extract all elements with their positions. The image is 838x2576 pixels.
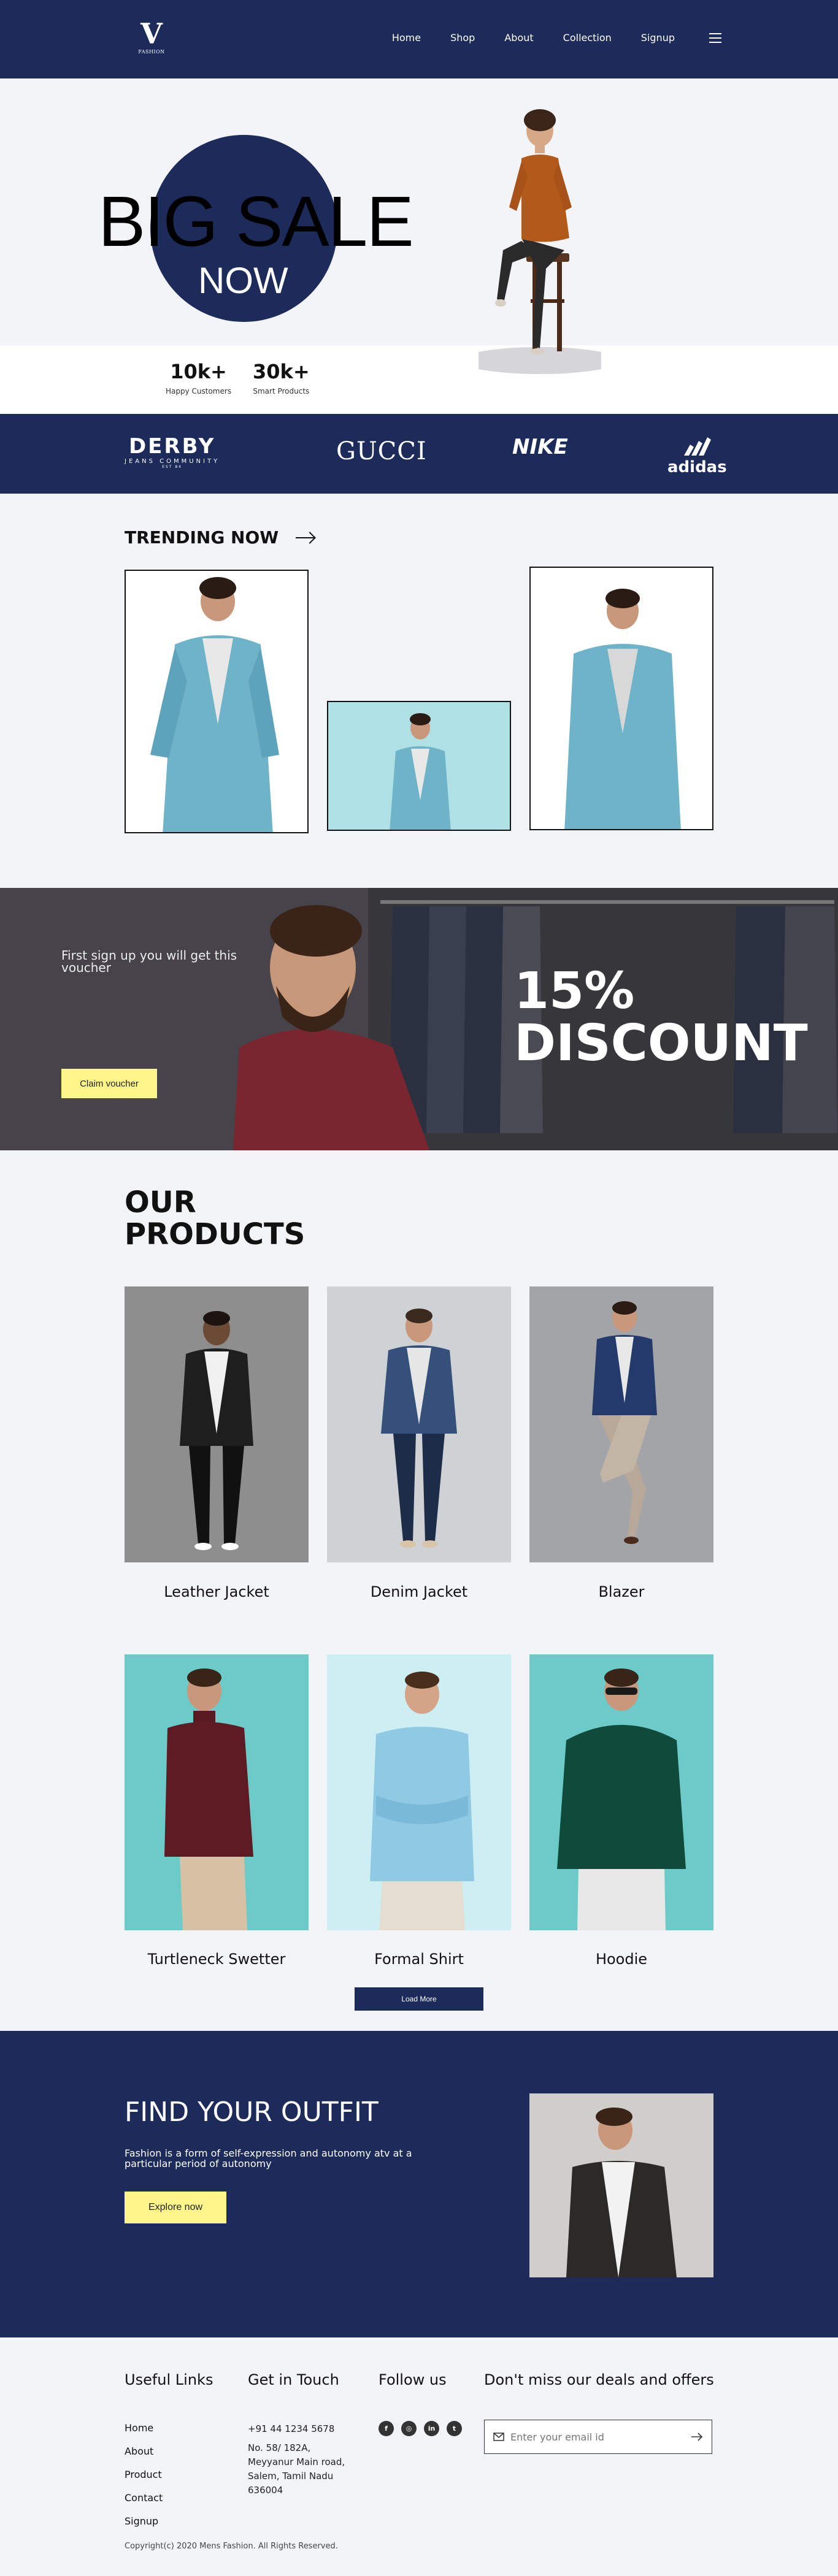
product-photo-leather-jacket bbox=[180, 1311, 253, 1550]
hamburger-menu-icon[interactable] bbox=[709, 32, 721, 43]
footer-phone[interactable]: +91 44 1234 5678 bbox=[248, 2422, 345, 2436]
product-card-blazer[interactable] bbox=[529, 1286, 713, 1562]
product-photo-denim-jacket bbox=[381, 1309, 457, 1548]
explore-now-button[interactable]: Explore now bbox=[125, 2192, 226, 2223]
linkedin-icon[interactable]: in bbox=[424, 2421, 439, 2436]
outfit-image bbox=[529, 2093, 713, 2277]
twitter-icon[interactable]: t bbox=[447, 2421, 462, 2436]
discount-word: DISCOUNT bbox=[514, 1014, 808, 1073]
product-name[interactable]: Denim Jacket bbox=[327, 1583, 511, 1600]
stat-value: 30k+ bbox=[253, 360, 310, 383]
stat-label: Happy Customers bbox=[166, 387, 232, 396]
trending-photo-denim-man bbox=[150, 577, 279, 832]
product-photo-formal-shirt bbox=[370, 1672, 474, 1930]
footer-follow-heading: Follow us bbox=[379, 2371, 447, 2388]
trending-card-3[interactable] bbox=[529, 567, 713, 830]
instagram-icon[interactable]: ◎ bbox=[401, 2421, 417, 2436]
outfit-description: Fashion is a form of self-expression and… bbox=[125, 2147, 412, 2169]
discount-headline: 15% DISCOUNT bbox=[514, 965, 808, 1070]
adidas-stripes-icon bbox=[684, 437, 712, 456]
trending-photo-denim-man-front bbox=[564, 589, 681, 829]
nav-link-shop[interactable]: Shop bbox=[450, 32, 475, 44]
hero-model-image bbox=[479, 109, 601, 374]
brand-adidas-name: adidas bbox=[667, 458, 727, 476]
arrow-right-icon[interactable] bbox=[296, 537, 315, 538]
product-name[interactable]: Hoodie bbox=[529, 1951, 713, 1968]
mail-icon bbox=[493, 2433, 504, 2441]
footer-link-list: Home About Product Contact Signup bbox=[125, 2422, 163, 2539]
footer-link-contact[interactable]: Contact bbox=[125, 2492, 163, 2504]
outfit-photo-blazer-man bbox=[529, 2093, 713, 2277]
product-photo-blazer bbox=[592, 1301, 657, 1544]
nav-link-collection[interactable]: Collection bbox=[563, 32, 612, 44]
brand-derby-tagline: JEANS COMMUNITY bbox=[125, 458, 220, 465]
stats-bar: 10k+ Happy Customers 30k+ Smart Products bbox=[0, 345, 838, 414]
nav-links: Home Shop About Collection Signup bbox=[392, 32, 721, 44]
find-outfit-section: FIND YOUR OUTFIT Fashion is a form of se… bbox=[0, 2031, 838, 2337]
footer-deals-heading: Don't miss our deals and offers bbox=[484, 2371, 714, 2388]
brand-gucci-logo[interactable]: GUCCI bbox=[336, 437, 427, 465]
footer-contact-heading: Get in Touch bbox=[248, 2371, 339, 2388]
product-card-denim-jacket[interactable] bbox=[327, 1286, 511, 1562]
load-more-button[interactable]: Load More bbox=[355, 1987, 483, 2011]
brand-strip: DERBY JEANS COMMUNITY EST 84 GUCCI NIKE … bbox=[0, 414, 838, 494]
footer: Useful Links Get in Touch Follow us Don'… bbox=[0, 2337, 838, 2576]
product-card-formal-shirt[interactable] bbox=[327, 1654, 511, 1930]
stat-happy-customers: 10k+ Happy Customers bbox=[166, 360, 231, 396]
brand-nike-logo[interactable]: NIKE bbox=[512, 435, 568, 459]
social-links: f ◎ in t bbox=[379, 2421, 462, 2436]
product-photo-hoodie bbox=[557, 1668, 686, 1930]
logo-subtitle: FASHION bbox=[138, 49, 165, 55]
brand-derby-logo[interactable]: DERBY JEANS COMMUNITY EST 84 bbox=[125, 436, 220, 469]
products-heading: OUR PRODUCTS bbox=[125, 1187, 305, 1250]
brand-adidas-logo[interactable]: adidas bbox=[667, 437, 727, 476]
hero-title: BIG SALE bbox=[98, 182, 414, 261]
trending-title: TRENDING NOW bbox=[125, 527, 279, 548]
trending-photo-denim-man-blue bbox=[390, 713, 451, 830]
outfit-title: FIND YOUR OUTFIT bbox=[125, 2096, 379, 2128]
nav-link-home[interactable]: Home bbox=[392, 32, 421, 44]
product-name[interactable]: Leather Jacket bbox=[125, 1583, 309, 1600]
footer-link-about[interactable]: About bbox=[125, 2445, 163, 2457]
nav-link-about[interactable]: About bbox=[504, 32, 533, 44]
top-navbar: V FASHION Home Shop About Collection Sig… bbox=[0, 0, 838, 78]
newsletter-form bbox=[484, 2420, 712, 2454]
submit-arrow-icon[interactable] bbox=[691, 2433, 703, 2441]
stat-smart-products: 30k+ Smart Products bbox=[253, 360, 310, 396]
hero-section: BIG SALE NOW bbox=[0, 78, 838, 345]
footer-contact-info: +91 44 1234 5678 No. 58/ 182A, Meyyanur … bbox=[248, 2422, 345, 2498]
footer-useful-links-heading: Useful Links bbox=[125, 2371, 213, 2388]
discount-banner: First sign up you will get this voucher … bbox=[0, 888, 838, 1150]
brand-logo[interactable]: V FASHION bbox=[136, 20, 167, 63]
nav-link-signup[interactable]: Signup bbox=[641, 32, 675, 44]
trending-card-1[interactable] bbox=[125, 570, 309, 833]
claim-voucher-button[interactable]: Claim voucher bbox=[61, 1069, 157, 1098]
footer-address: No. 58/ 182A, Meyyanur Main road, Salem,… bbox=[248, 2442, 345, 2496]
product-name[interactable]: Formal Shirt bbox=[327, 1951, 511, 1968]
discount-percent: 15% bbox=[514, 962, 635, 1020]
stat-label: Smart Products bbox=[253, 387, 310, 396]
product-card-leather-jacket[interactable] bbox=[125, 1286, 309, 1562]
brand-derby-est: EST 84 bbox=[162, 465, 182, 469]
trending-card-2[interactable] bbox=[327, 701, 511, 831]
products-title-line2: PRODUCTS bbox=[125, 1217, 306, 1252]
product-name[interactable]: Blazer bbox=[529, 1583, 713, 1600]
product-photo-turtleneck bbox=[164, 1668, 253, 1930]
stat-value: 10k+ bbox=[170, 360, 227, 383]
footer-link-product[interactable]: Product bbox=[125, 2469, 163, 2480]
footer-link-signup[interactable]: Signup bbox=[125, 2515, 163, 2527]
products-title-line1: OUR bbox=[125, 1185, 196, 1220]
copyright-text: Copyright(c) 2020 Mens Fashion. All Righ… bbox=[125, 2542, 338, 2551]
discount-description: First sign up you will get this voucher bbox=[61, 948, 237, 975]
brand-derby-name: DERBY bbox=[128, 434, 216, 459]
footer-link-home[interactable]: Home bbox=[125, 2422, 163, 2434]
hero-subtitle: NOW bbox=[198, 260, 288, 301]
product-card-turtleneck[interactable] bbox=[125, 1654, 309, 1930]
trending-heading: TRENDING NOW bbox=[125, 527, 315, 548]
product-card-hoodie[interactable] bbox=[529, 1654, 713, 1930]
product-name[interactable]: Turtleneck Swetter bbox=[125, 1951, 309, 1968]
email-input[interactable] bbox=[510, 2431, 691, 2443]
facebook-icon[interactable]: f bbox=[379, 2421, 394, 2436]
logo-mark: V bbox=[140, 17, 163, 50]
